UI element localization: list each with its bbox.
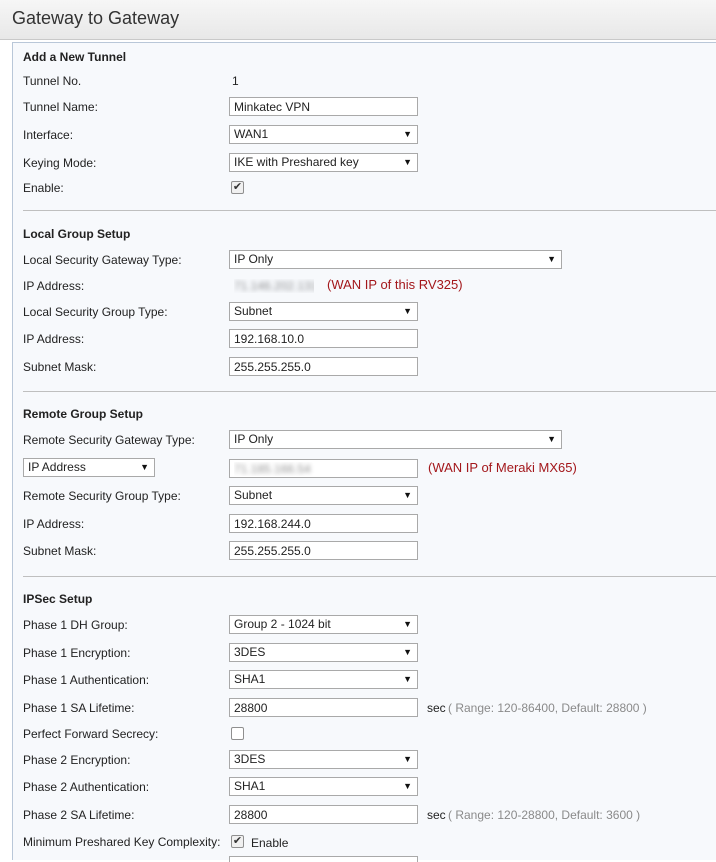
keying-mode-label: Keying Mode: — [23, 156, 97, 170]
interface-label: Interface: — [23, 128, 74, 142]
remote-group-type-select[interactable]: Subnet ▼ — [229, 486, 418, 505]
p2-auth-label: Phase 2 Authentication: — [23, 780, 150, 794]
chevron-down-icon: ▼ — [403, 619, 412, 629]
local-group-ip-input[interactable] — [229, 329, 418, 348]
remote-group-type-label: Remote Security Group Type: — [23, 489, 181, 503]
remote-gateway-type-label: Remote Security Gateway Type: — [23, 433, 195, 447]
chevron-down-icon: ▼ — [403, 306, 412, 316]
local-group-type-select[interactable]: Subnet ▼ — [229, 302, 418, 321]
local-gateway-type-select[interactable]: IP Only ▼ — [229, 250, 562, 269]
p1-auth-label: Phase 1 Authentication: — [23, 673, 150, 687]
chevron-down-icon: ▼ — [403, 129, 412, 139]
remote-group-ip-input[interactable] — [229, 514, 418, 533]
p1-auth-value: SHA1 — [234, 672, 266, 686]
page-header: Gateway to Gateway — [0, 0, 716, 40]
local-subnet-label: Subnet Mask: — [23, 360, 97, 374]
section-title-add-tunnel: Add a New Tunnel — [23, 50, 127, 64]
chevron-down-icon: ▼ — [403, 157, 412, 167]
p2-auth-value: SHA1 — [234, 779, 266, 793]
p2-lifetime-unit: sec — [427, 808, 446, 822]
tunnel-no-label: Tunnel No. — [23, 74, 82, 88]
local-gateway-type-value: IP Only — [234, 252, 274, 266]
min-psk-checkbox[interactable]: ✔ — [231, 835, 244, 848]
min-psk-label: Minimum Preshared Key Complexity: — [23, 835, 221, 849]
remote-subnet-label: Subnet Mask: — [23, 544, 97, 558]
p1-lifetime-hint: ( Range: 120-86400, Default: 28800 ) — [448, 701, 647, 715]
chevron-down-icon: ▼ — [547, 434, 556, 444]
remote-subnet-input[interactable] — [229, 541, 418, 560]
remote-gateway-ip-input[interactable] — [229, 459, 418, 478]
p1-encryption-value: 3DES — [234, 645, 266, 659]
remote-address-type-select[interactable]: IP Address ▼ — [23, 458, 155, 477]
interface-select[interactable]: WAN1 ▼ — [229, 125, 418, 144]
p2-encryption-label: Phase 2 Encryption: — [23, 753, 131, 767]
local-ip-label: IP Address: — [23, 279, 85, 293]
page-title: Gateway to Gateway — [12, 8, 180, 28]
section-title-remote-group: Remote Group Setup — [23, 407, 144, 421]
p1-lifetime-input[interactable] — [229, 698, 418, 717]
p1-encryption-select[interactable]: 3DES ▼ — [229, 643, 418, 662]
p1-lifetime-label: Phase 1 SA Lifetime: — [23, 701, 135, 715]
section-divider — [23, 576, 716, 577]
chevron-down-icon: ▼ — [403, 754, 412, 764]
remote-address-type-value: IP Address — [28, 460, 86, 474]
p2-lifetime-label: Phase 2 SA Lifetime: — [23, 808, 135, 822]
local-gateway-ip-input[interactable] — [229, 276, 319, 295]
p1-lifetime-unit: sec — [427, 701, 446, 715]
chevron-down-icon: ▼ — [403, 781, 412, 791]
remote-ip-note: (WAN IP of Meraki MX65) — [428, 460, 577, 475]
next-row-input-partial[interactable] — [229, 856, 418, 862]
enable-checkbox[interactable]: ✔ — [231, 181, 244, 194]
local-ip-note: (WAN IP of this RV325) — [327, 277, 463, 292]
pfs-checkbox[interactable] — [231, 727, 244, 740]
enable-label: Enable: — [23, 181, 64, 195]
p1-encryption-label: Phase 1 Encryption: — [23, 646, 131, 660]
section-divider — [23, 391, 716, 392]
local-gateway-type-label: Local Security Gateway Type: — [23, 253, 182, 267]
pfs-label: Perfect Forward Secrecy: — [23, 727, 159, 741]
local-group-type-value: Subnet — [234, 304, 273, 318]
chevron-down-icon: ▼ — [547, 254, 556, 264]
keying-mode-select[interactable]: IKE with Preshared key ▼ — [229, 153, 418, 172]
p2-lifetime-input[interactable] — [229, 805, 418, 824]
remote-gateway-type-value: IP Only — [234, 432, 274, 446]
interface-select-value: WAN1 — [234, 127, 269, 141]
remote-group-ip-label: IP Address: — [23, 517, 85, 531]
p2-encryption-value: 3DES — [234, 752, 266, 766]
chevron-down-icon: ▼ — [403, 647, 412, 657]
local-group-type-label: Local Security Group Type: — [23, 305, 168, 319]
tunnel-no-value: 1 — [232, 74, 239, 88]
p1-dh-group-value: Group 2 - 1024 bit — [234, 617, 331, 631]
tunnel-name-input[interactable] — [229, 97, 418, 116]
p2-auth-select[interactable]: SHA1 ▼ — [229, 777, 418, 796]
remote-group-type-value: Subnet — [234, 488, 273, 502]
keying-mode-select-value: IKE with Preshared key — [234, 155, 359, 169]
chevron-down-icon: ▼ — [403, 490, 412, 500]
section-title-local-group: Local Group Setup — [23, 227, 131, 241]
section-divider — [23, 210, 716, 211]
chevron-down-icon: ▼ — [140, 462, 149, 472]
p1-dh-label: Phase 1 DH Group: — [23, 618, 128, 632]
min-psk-enable-text: Enable — [251, 836, 289, 850]
p1-auth-select[interactable]: SHA1 ▼ — [229, 670, 418, 689]
local-group-ip-label: IP Address: — [23, 332, 85, 346]
p2-lifetime-hint: ( Range: 120-28800, Default: 3600 ) — [448, 808, 641, 822]
chevron-down-icon: ▼ — [403, 674, 412, 684]
p1-dh-group-select[interactable]: Group 2 - 1024 bit ▼ — [229, 615, 418, 634]
section-title-ipsec: IPSec Setup — [23, 592, 93, 606]
local-subnet-input[interactable] — [229, 357, 418, 376]
tunnel-name-label: Tunnel Name: — [23, 100, 98, 114]
p2-encryption-select[interactable]: 3DES ▼ — [229, 750, 418, 769]
remote-gateway-type-select[interactable]: IP Only ▼ — [229, 430, 562, 449]
